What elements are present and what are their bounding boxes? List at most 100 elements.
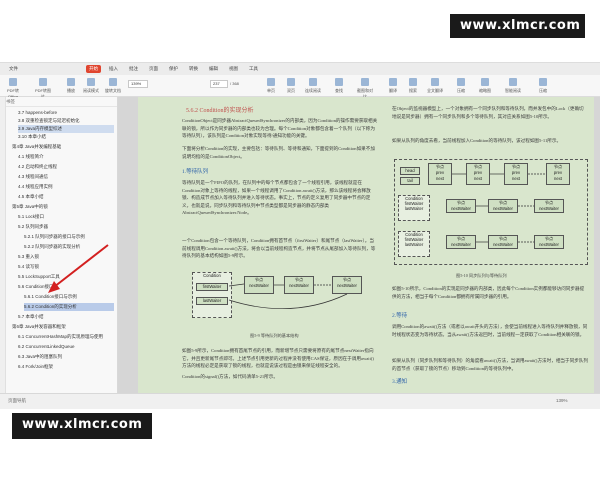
sidebar-header: 书签 — [0, 97, 117, 107]
diagram2-arrows — [452, 173, 546, 243]
sidebar-item[interactable]: 6.1 ConcurrentHashMap的实现原理与使用 — [18, 333, 103, 341]
search-icon — [409, 78, 417, 86]
tab-tools[interactable]: 工具 — [246, 65, 261, 73]
sidebar-item[interactable]: 4.4 线程应用实例 — [18, 183, 53, 191]
pdf-to-office-button[interactable]: PDF转Office — [4, 78, 22, 99]
translate-button[interactable]: 翻译 — [384, 78, 402, 94]
sidebar-item[interactable]: 第4章 Java并发编程基础 — [12, 143, 61, 151]
search-button[interactable]: 搜索 — [404, 78, 422, 94]
status-left-text: 页面导航 — [8, 398, 26, 403]
thumbnail-button[interactable]: 缩略图 — [476, 78, 494, 94]
paragraph: 等待队列是一个FIFO的队列，在队列中的每个节点都包含了一个线程引用，该线程就是… — [182, 180, 371, 215]
pdf-to-image-icon — [39, 78, 47, 86]
paragraph: 在Object的监视器模型上，一个对象拥有一个同步队列和等待队列，而并发包中的L… — [392, 106, 584, 119]
sidebar-item[interactable]: 6.2 ConcurrentLinkedQueue — [18, 343, 75, 351]
double-page-button[interactable]: 双页 — [282, 78, 300, 94]
figure-caption: 图5-9 等待队列的基本结构 — [250, 333, 299, 338]
sidebar-item[interactable]: 3.10 本章小结 — [18, 133, 46, 141]
sidebar-item[interactable]: 第6章 Java并发容器和框架 — [12, 323, 66, 331]
tab-edit[interactable]: 编辑 — [206, 65, 221, 73]
screenshot-icon — [361, 78, 369, 86]
single-page-label: 单页 — [267, 88, 275, 93]
zoom-field[interactable]: 139% — [128, 80, 148, 88]
sidebar-item-selected[interactable]: 5.6.2 Condition的实现分析 — [24, 303, 114, 311]
ribbon-toolbar: PDF转Office PDF转图片 播放 阅读模式 旋转文档 139% 237 … — [0, 75, 600, 99]
sidebar-item[interactable]: 4.1 线程简介 — [18, 153, 44, 161]
rotate-label: 旋转文档 — [105, 88, 121, 93]
play-icon — [67, 78, 75, 86]
diagram1-arrows — [228, 283, 348, 310]
sidebar-item[interactable]: 6.4 Fork/Join框架 — [18, 363, 53, 371]
play-button[interactable]: 播放 — [62, 78, 80, 94]
compress2-button[interactable]: 压缩 — [534, 78, 552, 94]
tab-home[interactable]: 开始 — [86, 65, 101, 73]
sidebar-item[interactable]: 5.1 Lock接口 — [18, 213, 44, 221]
translate-icon — [389, 78, 397, 86]
paragraph: 如果从队列的角度去看，当前线程加入Condition的等待队列，该过程如图5-1… — [392, 138, 562, 143]
continuous-read-button[interactable]: 连续阅读 — [304, 78, 322, 94]
paragraph: 一个Condition包含一个等待队列，Condition拥有首节点（first… — [182, 238, 376, 258]
find-button[interactable]: 查找 — [330, 78, 348, 94]
arrow-curve — [228, 293, 348, 310]
watermark-bottom: www.xlmcr.com — [12, 413, 152, 439]
tab-protect[interactable]: 保护 — [166, 65, 181, 73]
tab-comment[interactable]: 批注 — [126, 65, 141, 73]
pdf-to-office-icon — [9, 78, 17, 86]
search-label: 搜索 — [409, 88, 417, 93]
full-translate-button[interactable]: 全文翻译 — [426, 78, 444, 94]
find-label: 查找 — [335, 88, 343, 93]
sidebar-item[interactable]: 5.4 读写锁 — [18, 263, 39, 271]
sidebar-item[interactable]: 第5章 Java中的锁 — [12, 203, 48, 211]
tab-insert[interactable]: 插入 — [106, 65, 121, 73]
page-number-field[interactable]: 237 — [210, 80, 228, 88]
full-translate-label: 全文翻译 — [427, 88, 443, 93]
single-page-button[interactable]: 单页 — [262, 78, 280, 94]
page-total: / 368 — [230, 81, 239, 86]
paragraph: 调用Condition的await()方法（或者以await开头的方法），会使当… — [392, 324, 588, 337]
status-zoom[interactable]: 139% — [556, 398, 568, 403]
sidebar-item[interactable]: 6.3 Java中的阻塞队列 — [18, 353, 62, 361]
paragraph: ConditionObject是同步器AbstractQueuedSynchro… — [182, 118, 378, 138]
read-mode-icon — [87, 78, 95, 86]
sidebar-item[interactable]: 4.5 本章小结 — [18, 193, 44, 201]
paragraph: 如图5-10所示，Condition的实现是同步器的内部类，因此每个Condit… — [392, 286, 585, 299]
paragraph: 如果从队列（同步队列和等待队列）的角度看await()方法，当调用await()… — [392, 358, 588, 371]
pdf-reader-window: 文件 开始 插入 批注 页面 保护 转换 编辑 视图 工具 PDF转Office… — [0, 62, 600, 409]
status-bar: 页面导航 139% — [0, 393, 600, 409]
tab-page[interactable]: 页面 — [146, 65, 161, 73]
left-tool-rail — [0, 97, 6, 393]
document-viewport: 5.6.2 Condition的实现分析 ConditionObject是同步器… — [118, 97, 600, 393]
paragraph: Condition的signal()方法，如代码清单5-21所示。 — [182, 374, 278, 379]
paragraph: 下面将分析Condition的实现，主要包括：等待队列、等待和通知，下面提到的C… — [182, 146, 375, 159]
continuous-read-label: 连续阅读 — [305, 88, 321, 93]
play-label: 播放 — [67, 88, 75, 93]
compress2-label: 压缩 — [539, 88, 547, 93]
smart-read-button[interactable]: 智能阅读 — [504, 78, 522, 94]
full-translate-icon — [431, 78, 439, 86]
document-page: 5.6.2 Condition的实现分析 ConditionObject是同步器… — [138, 97, 594, 393]
sync-and-wait-queue-diagram: head tail 节点 prev next 节点 prev next 节点 prev ne… — [394, 159, 590, 271]
read-mode-button[interactable]: 阅读模式 — [82, 78, 100, 94]
sidebar-item[interactable]: 5.3 重入锁 — [18, 253, 39, 261]
sidebar-item[interactable]: 4.3 线程间通信 — [18, 173, 48, 181]
sidebar-item[interactable]: 3.9 Java内存模型综述 — [18, 125, 114, 133]
tab-file[interactable]: 文件 — [6, 65, 21, 73]
compress-button[interactable]: 压缩 — [452, 78, 470, 94]
sidebar-item[interactable]: 3.8 双重检查锁定与延迟初始化 — [18, 117, 80, 125]
sidebar-item[interactable]: 5.2.1 队列同步器的接口与示例 — [24, 233, 85, 241]
arrow-line — [228, 283, 245, 287]
sidebar-item[interactable]: 5.7 本章小结 — [18, 313, 44, 321]
double-page-label: 双页 — [287, 88, 295, 93]
rotate-button[interactable]: 旋转文档 — [104, 78, 122, 94]
subsection-heading: 1.等待队列 — [182, 169, 209, 175]
tab-convert[interactable]: 转换 — [186, 65, 201, 73]
thumbnail-icon — [481, 78, 489, 86]
ribbon-tabs: 文件 开始 插入 批注 页面 保护 转换 编辑 视图 工具 — [0, 63, 600, 75]
tab-view[interactable]: 视图 — [226, 65, 241, 73]
sidebar-item[interactable]: 5.2 队列同步器 — [18, 223, 48, 231]
compress-icon — [457, 78, 465, 86]
watermark-top: www.xlmcr.com — [450, 14, 585, 38]
sidebar-item[interactable]: 4.2 启动和终止线程 — [18, 163, 57, 171]
section-heading: 5.6.2 Condition的实现分析 — [186, 108, 254, 114]
sidebar-item[interactable]: 3.7 happens-before — [18, 109, 57, 117]
